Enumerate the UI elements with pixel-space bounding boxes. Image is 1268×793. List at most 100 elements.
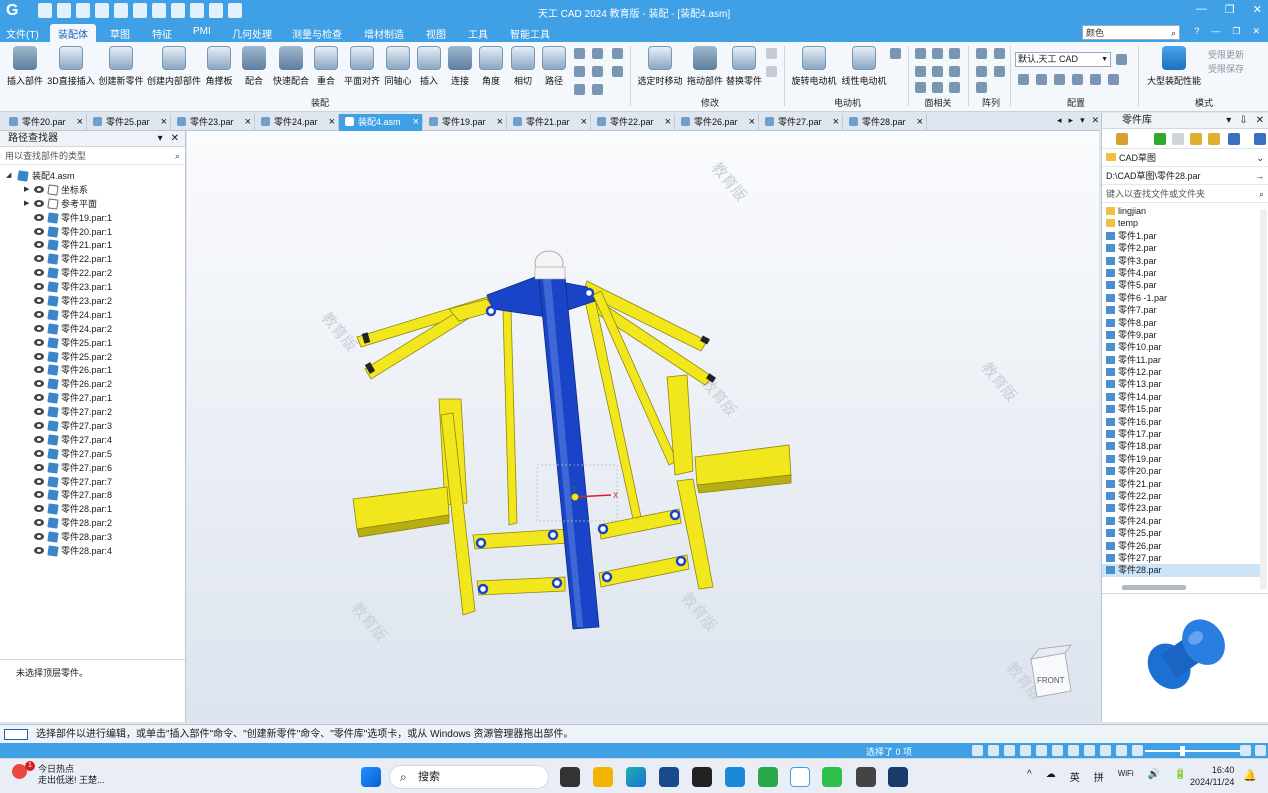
tree-part[interactable]: 零件27.par:7 bbox=[0, 475, 185, 489]
tab-scroll-left-icon[interactable]: ◂ bbox=[1057, 115, 1062, 126]
chat-app-icon[interactable] bbox=[758, 767, 778, 787]
lock-small-icon[interactable] bbox=[574, 84, 585, 95]
tree-part[interactable]: 零件22.par:2 bbox=[0, 266, 185, 280]
path-button[interactable]: 路径 bbox=[541, 46, 567, 87]
drag-part-button[interactable]: 拖动部件 bbox=[686, 46, 724, 87]
tab-scroll-right-icon[interactable]: ▸ bbox=[1069, 115, 1074, 126]
visibility-eye-icon[interactable] bbox=[34, 422, 44, 430]
tree-part[interactable]: 零件24.par:1 bbox=[0, 308, 185, 322]
file-item[interactable]: 零件12.par bbox=[1102, 366, 1262, 378]
doc-close-button[interactable]: ✕ bbox=[1252, 26, 1260, 37]
file-list-hscrollbar[interactable] bbox=[1122, 585, 1186, 590]
tangent-button[interactable]: 相切 bbox=[510, 46, 536, 87]
visibility-eye-icon[interactable] bbox=[34, 547, 44, 555]
shading-icon[interactable] bbox=[1068, 745, 1079, 756]
store-icon[interactable] bbox=[659, 767, 679, 787]
doc-restore-button[interactable]: ❐ bbox=[1232, 26, 1240, 37]
tray-overflow-icon[interactable]: ^ bbox=[1027, 769, 1032, 784]
zoom-out-icon[interactable] bbox=[1132, 745, 1143, 756]
file-list-scrollbar[interactable] bbox=[1260, 209, 1267, 589]
taskbar-search[interactable]: ⌕ 搜索 bbox=[389, 765, 549, 789]
file-item[interactable]: 零件11.par bbox=[1102, 354, 1262, 366]
pattern-small-icon-2[interactable] bbox=[994, 48, 1005, 59]
onedrive-icon[interactable]: ☁ bbox=[1046, 769, 1056, 784]
visibility-eye-icon[interactable] bbox=[34, 199, 44, 207]
visibility-eye-icon[interactable] bbox=[34, 519, 44, 527]
panel-close-icon[interactable]: ✕ bbox=[1256, 113, 1264, 129]
tree-part[interactable]: 零件27.par:8 bbox=[0, 488, 185, 502]
linear-motor-button[interactable]: 线性电动机 bbox=[840, 46, 888, 87]
tab-part26[interactable]: 零件26.par × bbox=[675, 114, 759, 131]
menu-additive[interactable]: 增材制造 bbox=[364, 26, 404, 41]
battery-icon[interactable]: 🔋 bbox=[1174, 769, 1186, 784]
panel-close-icon[interactable]: ✕ bbox=[171, 131, 179, 147]
grid-small-icon[interactable] bbox=[612, 48, 623, 59]
zoom-slider-knob[interactable] bbox=[1180, 746, 1185, 756]
back-arrow-icon[interactable] bbox=[1154, 133, 1166, 145]
part-filter-input[interactable]: 用以查找部件的类型 ⌕ bbox=[0, 147, 185, 165]
location-select[interactable]: CAD草图 ⌄ bbox=[1102, 149, 1268, 167]
close-button[interactable]: ✕ bbox=[1253, 3, 1262, 16]
settings-gear-icon[interactable] bbox=[856, 767, 876, 787]
visibility-eye-icon[interactable] bbox=[34, 463, 44, 471]
system-clock[interactable]: 16:40 2024/11/24 bbox=[1190, 764, 1234, 788]
tree-part[interactable]: 零件26.par:1 bbox=[0, 363, 185, 377]
tab-part24[interactable]: 零件24.par × bbox=[255, 114, 339, 131]
tab-assembly4[interactable]: 装配4.asm × bbox=[339, 114, 423, 131]
task-view-icon[interactable] bbox=[560, 767, 580, 787]
view-fit-icon[interactable] bbox=[972, 745, 983, 756]
create-new-part-button[interactable]: 创建新零件 bbox=[97, 46, 145, 87]
config-small-icon-1[interactable] bbox=[1018, 74, 1029, 85]
steam-icon[interactable] bbox=[888, 767, 908, 787]
file-item[interactable]: 零件3.par bbox=[1102, 255, 1262, 267]
close-icon[interactable]: × bbox=[245, 114, 251, 130]
move-selected-button[interactable]: 选定时移动 bbox=[636, 46, 684, 87]
tab-part19[interactable]: 零件19.par × bbox=[423, 114, 507, 131]
close-icon[interactable]: × bbox=[665, 114, 671, 130]
mirror-small-icon[interactable] bbox=[592, 48, 603, 59]
file-item[interactable]: 零件10.par bbox=[1102, 341, 1262, 353]
file-item[interactable]: 零件9.par bbox=[1102, 329, 1262, 341]
pattern-small-icon-1[interactable] bbox=[976, 48, 987, 59]
menu-geometry[interactable]: 几何处理 bbox=[232, 26, 272, 41]
create-internal-part-button[interactable]: 创建内部部件 bbox=[146, 46, 202, 87]
3d-direct-insert-button[interactable]: 3D直接插入 bbox=[46, 46, 96, 87]
rotary-motor-button[interactable]: 旋转电动机 bbox=[790, 46, 838, 87]
tree-part[interactable]: 零件27.par:4 bbox=[0, 433, 185, 447]
visibility-eye-icon[interactable] bbox=[34, 491, 44, 499]
collapse-icon[interactable]: ◢ bbox=[6, 169, 11, 183]
visibility-eye-icon[interactable] bbox=[34, 324, 44, 332]
offset-small-icon[interactable] bbox=[574, 66, 585, 77]
insert-part-button[interactable]: 插入部件 bbox=[5, 46, 45, 87]
face-small-icon-3[interactable] bbox=[949, 48, 960, 59]
browser-icon[interactable] bbox=[725, 767, 745, 787]
panel-menu-icon[interactable]: ▾ bbox=[1226, 113, 1231, 129]
visibility-eye-icon[interactable] bbox=[34, 213, 44, 221]
assembly-model[interactable]: X Z Y FRONT bbox=[187, 131, 1099, 722]
file-item[interactable]: 零件14.par bbox=[1102, 391, 1262, 403]
visibility-eye-icon[interactable] bbox=[34, 227, 44, 235]
maximize-button[interactable]: ❐ bbox=[1225, 3, 1235, 16]
cross-bar-right-lower[interactable] bbox=[598, 554, 690, 588]
path-input[interactable]: D:\CAD草图\零件28.par → bbox=[1102, 167, 1268, 185]
close-icon[interactable]: × bbox=[161, 114, 167, 130]
close-icon[interactable]: × bbox=[581, 114, 587, 130]
config-small-icon-3[interactable] bbox=[1054, 74, 1065, 85]
view-options-icon[interactable] bbox=[1228, 133, 1240, 145]
tree-part[interactable]: 零件28.par:1 bbox=[0, 502, 185, 516]
config-small-icon-5[interactable] bbox=[1090, 74, 1101, 85]
notification-bell-icon[interactable]: 🔔 bbox=[1243, 769, 1257, 782]
help-icon[interactable]: ? bbox=[1194, 26, 1199, 37]
display-style-icon[interactable] bbox=[1084, 745, 1095, 756]
3d-viewport[interactable]: 教育版 教育版 教育版 教育版 教育版 教育版 教育版 X Z Y FRONT bbox=[187, 131, 1099, 722]
menu-smart-tools[interactable]: 智能工具 bbox=[510, 26, 550, 41]
angle-button[interactable]: 角度 bbox=[478, 46, 504, 87]
modify-small-icon-2[interactable] bbox=[766, 66, 777, 77]
file-item[interactable]: 零件4.par bbox=[1102, 267, 1262, 279]
tab-part25[interactable]: 零件25.par × bbox=[87, 114, 171, 131]
large-assembly-button[interactable]: 大型装配性能 bbox=[1143, 46, 1205, 87]
wechat-icon[interactable] bbox=[822, 767, 842, 787]
view-orient-icon[interactable] bbox=[1052, 745, 1063, 756]
tree-part[interactable]: 零件27.par:5 bbox=[0, 447, 185, 461]
tree-part[interactable]: 零件28.par:3 bbox=[0, 530, 185, 544]
